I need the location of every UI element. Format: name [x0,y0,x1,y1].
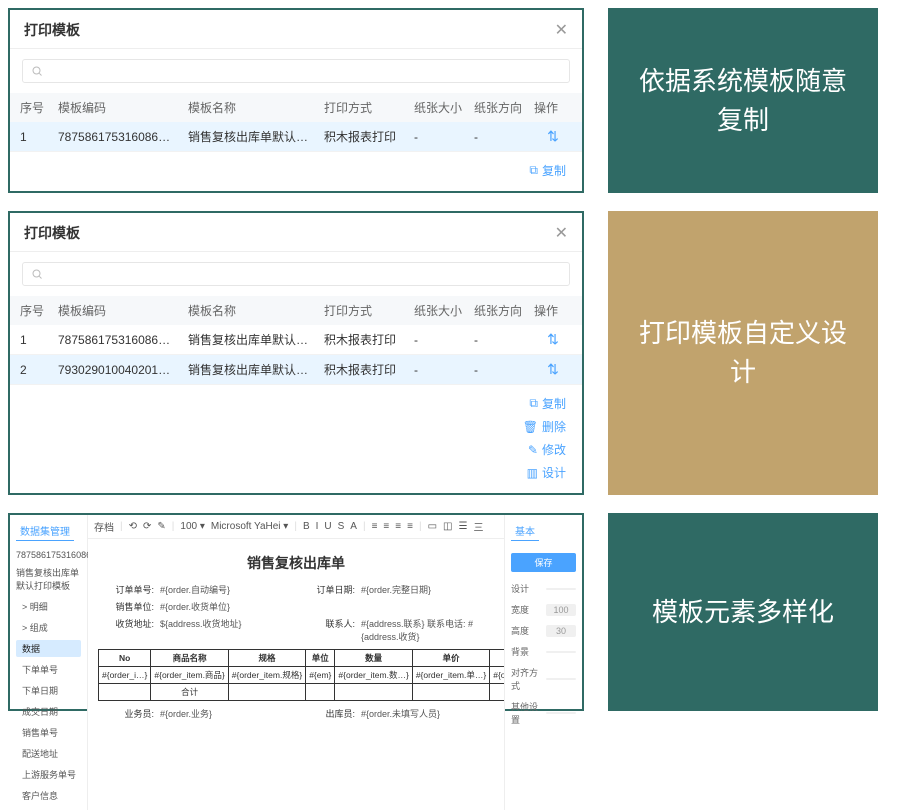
tool-save[interactable]: 存档 [94,519,114,534]
field-item[interactable]: 成交日期 [16,703,81,720]
color-icon[interactable]: A [350,521,357,532]
delete-icon: 🗑 [523,420,538,434]
field-item[interactable]: 销售单号 [16,724,81,741]
caption-2: 打印模板自定义设计 [608,211,878,495]
table-header: 序号 模板编码 模板名称 打印方式 纸张大小 纸张方向 操作 [10,296,582,325]
designer-left-panel: 数据集管理 787586175316086784 销售复核出库单默认打印模板 >… [10,515,88,810]
search-field[interactable] [49,64,561,78]
edit-action[interactable]: ✎修改 [528,441,566,458]
table-row[interactable]: 1 787586175316086… 销售复核出库单默认打印模板 积木报表打印 … [10,325,582,355]
row-action-icon[interactable]: ⇅ [530,331,576,348]
right-tab[interactable]: 基本 [511,521,539,541]
design-icon: ▥ [527,466,538,480]
form-footer: 业务员:#{order.业务} 出库员:#{order.未填写人员} [98,707,494,720]
redo-icon[interactable]: ⟳ [143,521,151,532]
italic-icon[interactable]: I [316,521,319,532]
search-input[interactable] [22,59,570,83]
dialog-print-templates-1: 打印模板 ✕ 序号 模板编码 模板名称 打印方式 纸张大小 纸张方向 操作 1 … [8,8,584,193]
search-input[interactable] [22,262,570,286]
copy-action[interactable]: ⧉ 复制 [529,162,566,179]
designer-right-panel: 基本 保存 设计 宽度100 高度30 背景 对齐方式 其他设置 [504,515,582,810]
strike-icon[interactable]: S [338,521,345,532]
copy-icon: ⧉ [529,163,538,178]
rows-icon[interactable]: ☰ [458,521,467,532]
field-item[interactable]: 客户信息 [16,787,81,804]
align-icon[interactable]: ≡ [407,521,413,532]
dialog-print-templates-2: 打印模板 ✕ 序号 模板编码 模板名称 打印方式 纸张大小 纸张方向 操作 1 … [8,211,584,495]
border-icon[interactable]: ▭ [428,521,437,532]
template-subtitle: 销售复核出库单默认打印模板 [16,567,81,594]
search-icon [31,65,43,77]
field-item[interactable]: 配送地址 [16,745,81,762]
underline-icon[interactable]: U [324,521,331,532]
edit-icon: ✎ [528,443,538,457]
prop-row: 其他设置 [511,698,576,728]
tree-group[interactable]: 数据 [16,640,81,657]
row-action-icon[interactable]: ⇅ [530,128,576,145]
dialog-title: 打印模板 [24,223,80,243]
delete-action[interactable]: 🗑删除 [523,418,566,435]
items-table: No商品名称规格 单位数量单价 金额配送数量备注 #{order_i…}#{or… [98,649,504,701]
designer-canvas-area: 存档| ⟲ ⟳ ✎| 100 ▾ Microsoft YaHei ▾| B I … [88,515,504,810]
template-designer: 数据集管理 787586175316086784 销售复核出库单默认打印模板 >… [8,513,584,711]
design-canvas[interactable]: 销售复核出库单 订单单号:#{order.自动编号} 订单日期:#{order.… [88,539,504,810]
font-select[interactable]: Microsoft YaHei ▾ [211,521,288,532]
caption-3: 模板元素多样化 [608,513,878,711]
prop-row: 设计 [511,580,576,597]
close-icon[interactable]: ✕ [555,20,568,40]
caption-1: 依据系统模板随意复制 [608,8,878,193]
table-row[interactable]: 1 787586175316086… 销售复核出库单默认打印模板 积木报表打印 … [10,122,582,152]
merge-icon[interactable]: ◫ [443,521,452,532]
prop-row: 高度30 [511,622,576,639]
field-item[interactable]: 下单日期 [16,682,81,699]
prop-row: 背景 [511,643,576,660]
design-action[interactable]: ▥设计 [527,464,566,481]
table-row[interactable]: 2 793029010040201… 销售复核出库单默认打印模板 (复制) 积木… [10,355,582,385]
align-icon[interactable]: ≡ [372,521,378,532]
form-meta: 订单单号:#{order.自动编号} 订单日期:#{order.完整日期} 销售… [98,583,494,643]
undo-icon[interactable]: ⟲ [129,521,137,532]
form-title: 销售复核出库单 [98,553,494,573]
field-item[interactable]: 上游服务单号 [16,766,81,783]
template-id: 787586175316086784 [16,549,81,563]
save-button[interactable]: 保存 [511,553,576,572]
tree-item[interactable]: > 组成 [16,619,81,636]
field-item[interactable]: 下单单号 [16,661,81,678]
close-icon[interactable]: ✕ [555,223,568,243]
copy-icon: ⧉ [529,396,538,411]
tree-item[interactable]: > 明细 [16,598,81,615]
align-icon[interactable]: ≡ [395,521,401,532]
designer-toolbar: 存档| ⟲ ⟳ ✎| 100 ▾ Microsoft YaHei ▾| B I … [88,515,504,539]
zoom-select[interactable]: 100 ▾ [180,521,204,532]
edit-icon[interactable]: ✎ [157,521,165,532]
bold-icon[interactable]: B [303,521,310,532]
left-tab[interactable]: 数据集管理 [16,521,74,541]
menu-icon[interactable]: 三 [473,519,483,534]
dialog-title: 打印模板 [24,20,80,40]
search-icon [31,268,43,280]
align-icon[interactable]: ≡ [383,521,389,532]
search-field[interactable] [49,267,561,281]
prop-row: 宽度100 [511,601,576,618]
copy-action[interactable]: ⧉复制 [529,395,566,412]
prop-row: 对齐方式 [511,664,576,694]
row-action-icon[interactable]: ⇅ [530,361,576,378]
table-header: 序号 模板编码 模板名称 打印方式 纸张大小 纸张方向 操作 [10,93,582,122]
